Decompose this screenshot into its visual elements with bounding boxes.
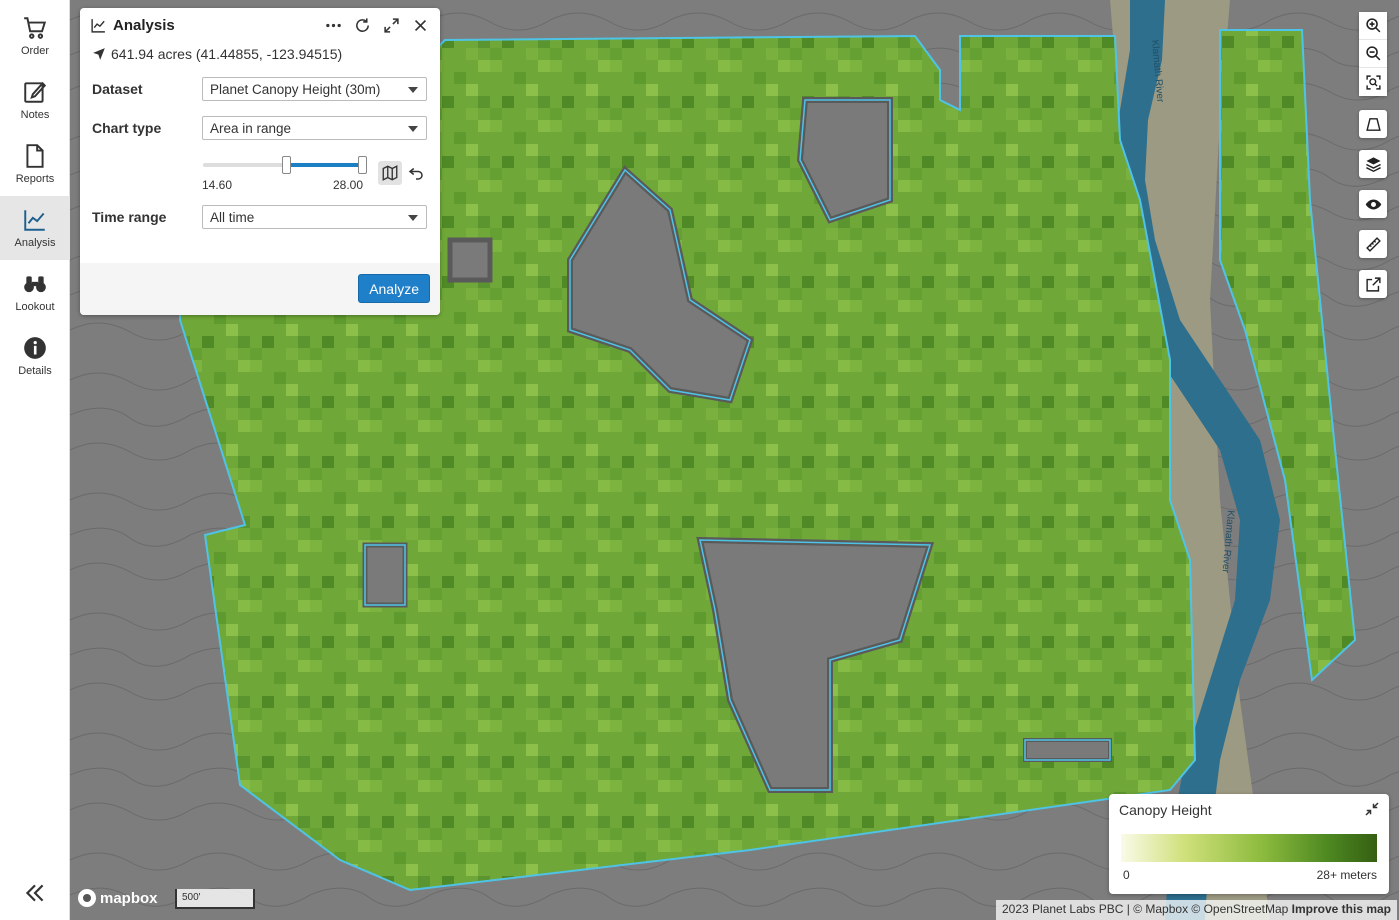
nav-item-details[interactable]: Details (0, 324, 70, 388)
location-summary: 641.94 acres (41.44855, -123.94515) (80, 42, 440, 66)
nav-item-analysis[interactable]: Analysis (0, 196, 70, 260)
map-attribution: 2023 Planet Labs PBC | © Mapbox © OpenSt… (996, 900, 1397, 920)
nav-label: Order (20, 45, 50, 57)
attribution-text: 2023 Planet Labs PBC | © Mapbox © OpenSt… (1002, 902, 1289, 916)
time-range-label: Time range (92, 209, 167, 225)
show-on-map-button[interactable] (378, 161, 402, 185)
slider-thumb-low[interactable] (282, 156, 292, 174)
location-arrow-icon (93, 48, 105, 60)
expand-icon (383, 17, 399, 33)
dataset-value: Planet Canopy Height (30m) (210, 81, 381, 97)
time-range-row: Time range All time (80, 202, 439, 232)
improve-map-link[interactable]: Improve this map (1292, 902, 1391, 916)
nav-label: Notes (20, 109, 50, 121)
dataset-select[interactable]: Planet Canopy Height (30m) (202, 77, 427, 101)
caret-down-icon (408, 87, 418, 93)
close-button[interactable] (410, 15, 430, 35)
open-external-button[interactable] (1359, 270, 1387, 298)
range-slider[interactable]: 14.60 28.00 (202, 155, 442, 195)
layers-button[interactable] (1359, 150, 1387, 178)
collapse-icon[interactable] (1363, 800, 1381, 818)
range-min-value: 14.60 (202, 178, 233, 192)
slider-thumb-high[interactable] (358, 156, 367, 174)
nav-label: Lookout (15, 301, 55, 313)
analyze-button[interactable]: Analyze (358, 274, 430, 303)
ruler-icon (1365, 236, 1381, 252)
canopy-height-legend: Canopy Height 0 28+ meters (1109, 794, 1389, 894)
reset-range-button[interactable] (404, 161, 428, 185)
zoom-out-icon (1365, 46, 1380, 61)
zoom-extent-icon (1365, 74, 1381, 90)
legend-title: Canopy Height (1119, 802, 1212, 818)
double-chevron-left-icon[interactable] (22, 880, 48, 906)
nav-item-lookout[interactable]: Lookout (0, 260, 70, 324)
panel-footer: Analyze (80, 263, 440, 315)
info-icon (24, 337, 46, 359)
nav-label: Details (18, 365, 52, 377)
mapbox-logo-icon (78, 889, 96, 907)
side-navigation: Order Notes Reports Analysis Lookout Det… (0, 0, 70, 920)
map-toolbar (1359, 12, 1387, 96)
chart-type-row: Chart type Area in range (80, 113, 440, 143)
more-options-button[interactable] (323, 15, 343, 35)
perspective-button[interactable] (1359, 110, 1387, 138)
zoom-in-button[interactable] (1359, 12, 1387, 40)
analysis-panel: Analysis 641.94 acres (41.44855, -123.94… (80, 8, 440, 315)
dataset-row: Dataset Planet Canopy Height (30m) (80, 74, 440, 104)
close-icon (414, 19, 426, 31)
layers-icon (1365, 156, 1381, 172)
zoom-out-button[interactable] (1359, 40, 1387, 68)
expand-button[interactable] (381, 15, 401, 35)
slider-fill (286, 163, 363, 167)
zoom-controls (1359, 12, 1387, 96)
chart-line-icon (91, 18, 105, 33)
legend-max: 28+ meters (1316, 868, 1377, 882)
zoom-to-extent-button[interactable] (1359, 68, 1387, 96)
nav-item-order[interactable]: Order (0, 4, 70, 68)
chart-type-value: Area in range (210, 120, 292, 136)
time-range-select[interactable]: All time (202, 205, 427, 229)
nav-label: Reports (15, 173, 55, 185)
chart-line-icon (24, 210, 45, 231)
chart-type-select[interactable]: Area in range (202, 116, 427, 140)
measure-button[interactable] (1359, 230, 1387, 258)
location-text: 641.94 acres (41.44855, -123.94515) (111, 46, 343, 62)
dataset-label: Dataset (92, 81, 143, 97)
caret-down-icon (408, 215, 418, 221)
panel-header: Analysis (80, 8, 440, 42)
external-link-icon (1365, 276, 1381, 292)
more-horizontal-icon (325, 23, 341, 27)
time-range-value: All time (210, 209, 255, 225)
nav-item-notes[interactable]: Notes (0, 68, 70, 132)
range-max-value: 28.00 (333, 178, 364, 192)
nav-label: Analysis (14, 237, 56, 249)
document-icon (26, 144, 44, 168)
legend-color-ramp (1121, 834, 1377, 862)
perspective-icon (1365, 117, 1381, 131)
map-toolbar-tools (1359, 110, 1387, 298)
edit-note-icon (24, 81, 47, 103)
panel-title: Analysis (113, 16, 175, 34)
eye-icon (1365, 199, 1381, 209)
binoculars-icon (24, 276, 46, 293)
legend-min: 0 (1123, 868, 1130, 882)
cart-icon (24, 17, 47, 39)
caret-down-icon (408, 126, 418, 132)
visibility-button[interactable] (1359, 190, 1387, 218)
mapbox-logo[interactable]: mapbox (78, 889, 158, 907)
chart-type-label: Chart type (92, 120, 162, 136)
mapbox-logo-text: mapbox (100, 889, 158, 907)
undo-icon (408, 167, 423, 180)
refresh-button[interactable] (352, 15, 372, 35)
zoom-in-icon (1365, 18, 1380, 33)
refresh-icon (355, 17, 369, 32)
map-scale: 500' (175, 889, 255, 909)
map-icon (382, 165, 398, 181)
nav-item-reports[interactable]: Reports (0, 132, 70, 196)
